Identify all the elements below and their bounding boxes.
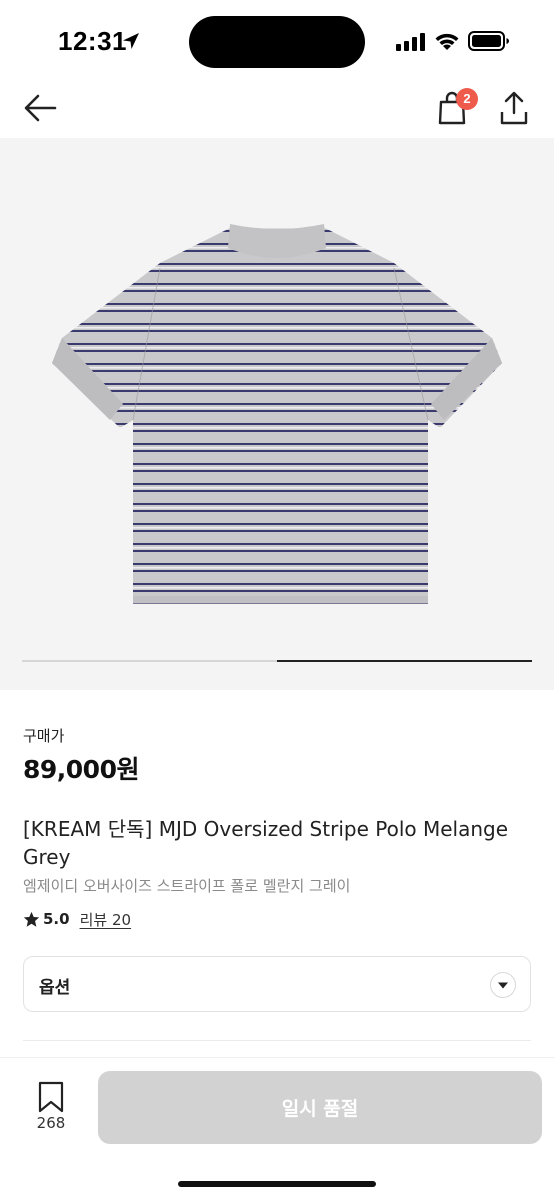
location-arrow-icon [123,33,139,49]
review-link[interactable]: 리뷰 20 [80,909,131,930]
section-divider [23,1040,531,1041]
battery-icon [468,31,509,51]
rating-value: 5.0 [43,910,70,928]
product-subtitle: 엠제이디 오버사이즈 스트라이프 폴로 멜란지 그레이 [23,877,351,895]
home-indicator [178,1181,376,1187]
product-price: 89,000원 [23,755,139,784]
top-nav-bar: 2 [0,80,554,138]
cart-count-badge: 2 [456,88,478,110]
product-image [52,224,502,604]
status-bar: 12:31 [0,0,554,80]
sold-out-button[interactable]: 일시 품절 [98,1071,542,1144]
dynamic-island [189,16,365,68]
cellular-signal-icon [396,33,425,51]
bottom-action-bar: 268 일시 품절 [0,1057,554,1200]
bookmark-icon[interactable] [37,1081,65,1113]
option-select[interactable]: 옵션 [23,956,531,1012]
product-title: [KREAM 단독] MJD Oversized Stripe Polo Mel… [23,817,509,869]
star-icon [23,911,40,927]
gallery-page-indicator-active [277,660,532,662]
bookmark-count: 268 [36,1114,66,1132]
share-icon[interactable] [498,90,530,126]
wifi-icon [435,33,459,50]
product-rating: 5.0 리뷰 20 [23,907,131,931]
status-time: 12:31 [58,26,127,56]
price-label: 구매가 [23,727,65,745]
option-select-label: 옵션 [39,978,71,998]
arrow-left-icon[interactable] [22,91,58,125]
chevron-down-icon [490,972,516,998]
product-image-gallery[interactable] [0,138,554,690]
